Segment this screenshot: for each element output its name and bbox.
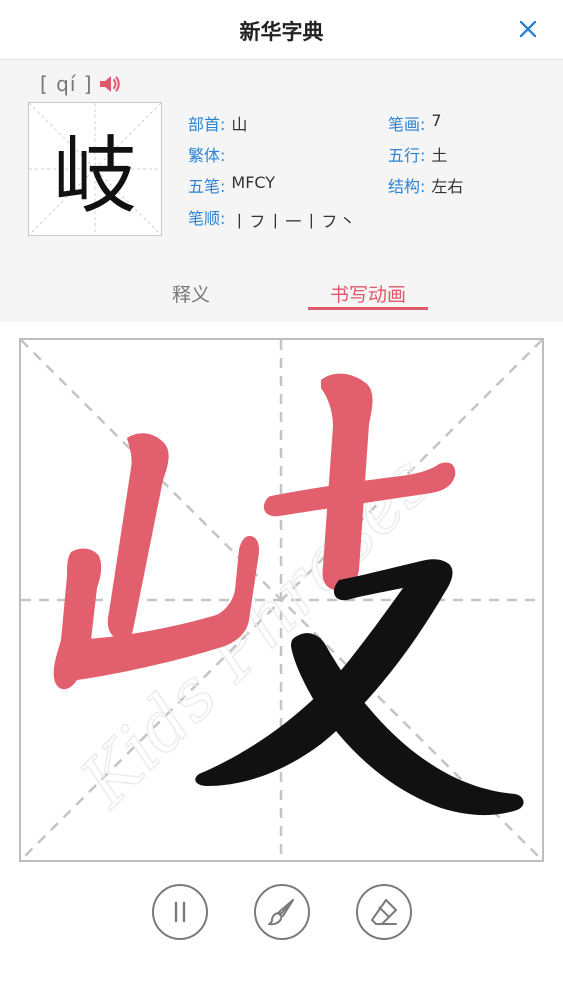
character-grid-box: 岐 bbox=[28, 102, 162, 236]
stroke-1-vertical bbox=[107, 433, 169, 640]
strokes-label: 笔画: bbox=[388, 115, 426, 134]
tab-definition[interactable]: 释义 bbox=[172, 280, 210, 307]
pause-button[interactable] bbox=[152, 884, 208, 940]
stroke-order-row: 笔顺: 丨フ丨一丨フ丶 bbox=[188, 205, 357, 232]
structure-row: 结构: 左右 bbox=[388, 173, 463, 197]
practice-write-button[interactable] bbox=[254, 884, 310, 940]
wubi-row: 五笔: MFCY bbox=[188, 173, 275, 197]
clear-button[interactable] bbox=[356, 884, 412, 940]
element-row: 五行: 土 bbox=[388, 142, 447, 166]
stroke-animation-canvas: Kids Phrases bbox=[19, 338, 544, 862]
radical-label: 部首: bbox=[188, 115, 226, 134]
element-value: 土 bbox=[431, 146, 448, 165]
radical-value: 山 bbox=[231, 115, 248, 134]
pinyin: [ qí ] bbox=[40, 72, 93, 96]
wubi-label: 五笔: bbox=[188, 177, 226, 196]
strokes-value: 7 bbox=[431, 111, 442, 130]
traditional-label: 繁体: bbox=[188, 146, 226, 165]
active-tab-indicator bbox=[308, 307, 428, 310]
app-header: 新华字典 bbox=[0, 0, 563, 60]
content-tabs: 释义 书写动画 bbox=[0, 280, 563, 312]
structure-label: 结构: bbox=[388, 177, 426, 196]
close-icon bbox=[519, 20, 537, 38]
traditional-row: 繁体: bbox=[188, 142, 231, 166]
animation-controls bbox=[0, 884, 563, 944]
stroke-order-label: 笔顺: bbox=[188, 209, 226, 228]
brush-icon bbox=[268, 899, 294, 926]
element-label: 五行: bbox=[388, 146, 426, 165]
pause-icon bbox=[174, 901, 186, 923]
page-title: 新华字典 bbox=[239, 20, 324, 44]
strokes-row: 笔画: 7 bbox=[388, 111, 442, 135]
eraser-icon bbox=[371, 899, 397, 925]
tab-writing-animation[interactable]: 书写动画 bbox=[310, 280, 426, 307]
wubi-value: MFCY bbox=[231, 173, 276, 192]
speaker-icon bbox=[99, 76, 120, 92]
radical-row: 部首: 山 bbox=[188, 111, 247, 135]
pinyin-row: [ qí ] bbox=[40, 72, 121, 96]
stroke-order-value: 丨フ丨一丨フ丶 bbox=[231, 212, 358, 231]
stroke-animation-svg: Kids Phrases bbox=[21, 340, 542, 860]
structure-value: 左右 bbox=[431, 177, 464, 196]
close-button[interactable] bbox=[515, 16, 541, 42]
pronounce-button[interactable] bbox=[99, 74, 121, 94]
headword-character: 岐 bbox=[52, 126, 137, 225]
